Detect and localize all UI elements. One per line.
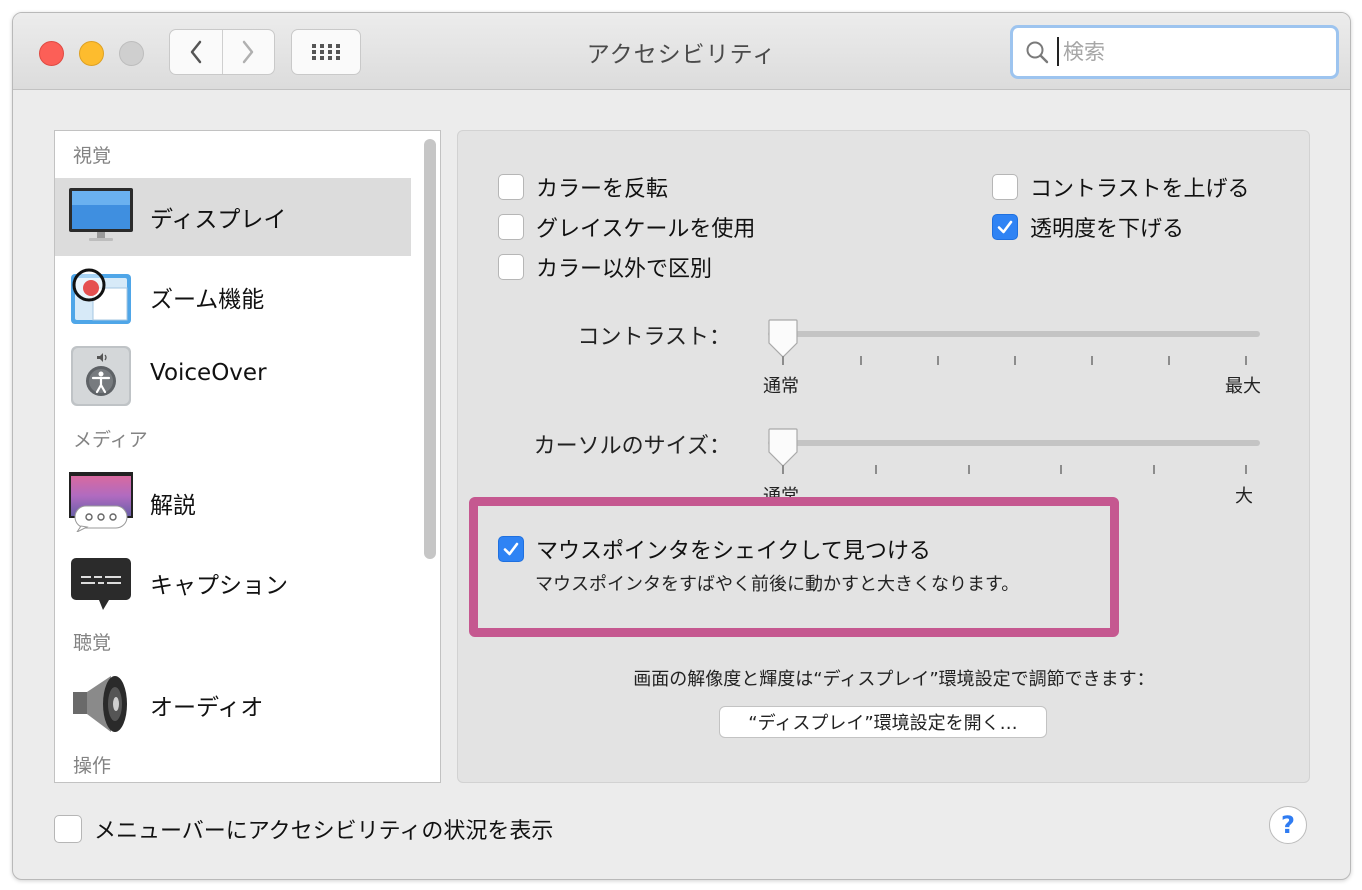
reduce-transparency-checkbox[interactable]: 透明度を下げる xyxy=(992,211,1184,243)
search-field[interactable] xyxy=(1010,25,1339,79)
cursor-size-tick xyxy=(1153,465,1155,474)
grayscale-checkbox[interactable]: グレイスケールを使用 xyxy=(498,211,755,243)
checkbox-box[interactable] xyxy=(498,254,524,280)
sidebar-item-display[interactable]: ディスプレイ xyxy=(55,178,411,256)
sidebar-item-label: オーディオ xyxy=(150,695,264,721)
sidebar-item-label: キャプション xyxy=(150,573,288,599)
cursor-size-tick xyxy=(1245,465,1247,474)
invert-colors-checkbox[interactable]: カラーを反転 xyxy=(498,171,668,203)
cursor-size-tick xyxy=(968,465,970,474)
sidebar-item-captions[interactable]: キャプション xyxy=(55,544,411,622)
checkbox-label: コントラストを上げる xyxy=(1030,177,1250,202)
resolution-note: 画面の解像度と輝度は“ディスプレイ”環境設定で調節できます： xyxy=(633,669,1155,690)
checkbox-box[interactable] xyxy=(498,174,524,200)
sidebar-item-zoom[interactable]: ズーム機能 xyxy=(55,258,411,336)
sidebar-scrollbar[interactable] xyxy=(424,139,436,559)
section-header-vision: 視覚 xyxy=(73,145,112,167)
cursor-size-tick xyxy=(875,465,877,474)
cursor-size-slider-knob[interactable] xyxy=(766,428,800,468)
differentiate-without-color-checkbox[interactable]: カラー以外で区別 xyxy=(498,251,712,283)
help-button[interactable]: ? xyxy=(1269,806,1307,844)
checkbox-box[interactable] xyxy=(54,815,82,843)
category-list[interactable]: 視覚 ディスプレイ ズーム機能 VoiceOver メディア 解説 キャプション… xyxy=(54,130,441,783)
section-header-interaction: 操作 xyxy=(73,755,112,777)
checkbox-box[interactable] xyxy=(992,214,1018,240)
checkbox-box[interactable] xyxy=(498,214,524,240)
checkbox-label: マウスポインタをシェイクして見つける xyxy=(536,539,931,564)
contrast-tick xyxy=(782,356,784,365)
sidebar-item-label: 解説 xyxy=(150,493,196,519)
checkbox-box[interactable] xyxy=(498,536,524,562)
cursor-size-tick xyxy=(782,465,784,474)
contrast-tick xyxy=(1091,356,1093,365)
contrast-slider-label: コントラスト： xyxy=(577,325,731,350)
zoom-icon xyxy=(71,268,131,324)
increase-contrast-checkbox[interactable]: コントラストを上げる xyxy=(992,171,1250,203)
contrast-tick xyxy=(1245,356,1247,365)
contrast-tick xyxy=(860,356,862,365)
checkbox-label: グレイスケールを使用 xyxy=(536,217,756,242)
search-input[interactable] xyxy=(1061,34,1315,70)
contrast-tick xyxy=(937,356,939,365)
cursor-size-slider-track[interactable] xyxy=(768,440,1260,446)
cursor-size-tick xyxy=(1060,465,1062,474)
checkbox-label: 透明度を下げる xyxy=(1030,217,1185,242)
section-header-media: メディア xyxy=(73,429,148,451)
checkbox-label: カラー以外で区別 xyxy=(536,257,713,282)
sidebar-item-label: ズーム機能 xyxy=(150,287,265,313)
checkbox-label: カラーを反転 xyxy=(536,177,669,202)
captions-icon xyxy=(71,558,131,610)
sidebar-item-descriptions[interactable]: 解説 xyxy=(55,464,411,542)
sidebar-item-audio[interactable]: オーディオ xyxy=(55,666,411,744)
contrast-tick xyxy=(1168,356,1170,365)
checkmark-icon xyxy=(997,220,1013,234)
contrast-min-label: 通常 xyxy=(763,376,799,397)
descriptions-icon xyxy=(69,472,133,532)
preferences-window: アクセシビリティ 視覚 ディスプレイ xyxy=(12,12,1351,880)
shake-to-locate-checkbox[interactable]: マウスポインタをシェイクして見つける xyxy=(498,533,931,565)
contrast-slider-knob[interactable] xyxy=(766,319,800,359)
sidebar-item-voiceover[interactable]: VoiceOver xyxy=(55,338,411,416)
display-icon xyxy=(69,188,133,241)
checkbox-box[interactable] xyxy=(992,174,1018,200)
highlight-frame xyxy=(469,497,1119,637)
open-display-preferences-button[interactable]: “ディスプレイ”環境設定を開く… xyxy=(719,706,1047,738)
checkmark-icon xyxy=(503,542,519,556)
checkbox-label: メニューバーにアクセシビリティの状況を表示 xyxy=(94,819,554,844)
titlebar: アクセシビリティ xyxy=(13,13,1350,90)
contrast-slider-track[interactable] xyxy=(768,331,1260,337)
voiceover-icon xyxy=(71,346,131,406)
section-header-hearing: 聴覚 xyxy=(73,632,112,654)
sidebar-item-label: VoiceOver xyxy=(150,360,267,386)
shake-description: マウスポインタをすばやく前後に動かすと大きくなります。 xyxy=(535,574,1020,595)
search-icon xyxy=(1026,41,1049,64)
contrast-max-label: 最大 xyxy=(1225,376,1261,397)
cursor-size-slider-label: カーソルのサイズ： xyxy=(533,434,731,459)
speaker-icon xyxy=(73,676,127,732)
sidebar-item-label: ディスプレイ xyxy=(150,207,287,233)
text-cursor xyxy=(1057,37,1059,66)
contrast-tick xyxy=(1014,356,1016,365)
show-status-in-menubar-checkbox[interactable]: メニューバーにアクセシビリティの状況を表示 xyxy=(54,813,553,845)
cursor-size-max-label: 大 xyxy=(1235,486,1253,507)
